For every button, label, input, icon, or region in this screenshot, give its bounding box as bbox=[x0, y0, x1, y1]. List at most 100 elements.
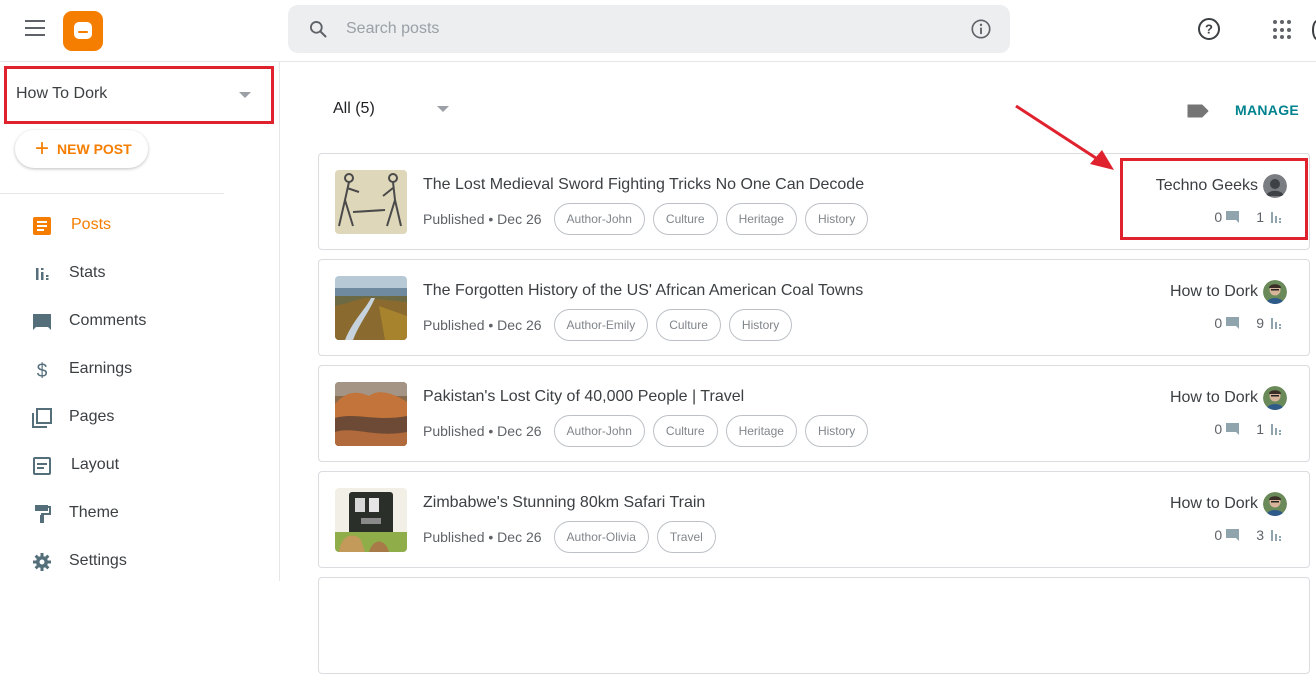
sidebar-item-label: Stats bbox=[69, 264, 106, 281]
sidebar-item-label: Layout bbox=[71, 456, 120, 473]
stats-icon bbox=[1271, 317, 1281, 329]
chevron-down-icon bbox=[436, 106, 449, 112]
sidebar-item-label: Earnings bbox=[69, 360, 133, 377]
post-author: How to Dork bbox=[1170, 280, 1287, 304]
post-filter-dropdown[interactable]: All (5) bbox=[333, 100, 449, 118]
comment-count: 0 bbox=[1214, 421, 1223, 437]
post-row[interactable]: Pakistan's Lost City of 40,000 People | … bbox=[318, 365, 1310, 462]
paint-roller-icon bbox=[35, 505, 51, 523]
sidebar: How To Dork + NEW POST Posts Stats Comme… bbox=[0, 62, 280, 581]
post-tag[interactable]: Author-Emily bbox=[553, 309, 649, 341]
sidebar-item-comments[interactable]: Comments bbox=[0, 298, 279, 346]
post-author: How to Dork bbox=[1170, 386, 1287, 410]
sidebar-item-earnings[interactable]: $ Earnings bbox=[0, 346, 279, 394]
author-name: Techno Geeks bbox=[1155, 177, 1258, 194]
comments-icon bbox=[33, 314, 51, 330]
stats-icon bbox=[1271, 211, 1281, 223]
comment-count: 0 bbox=[1214, 315, 1223, 331]
author-name: How to Dork bbox=[1169, 389, 1258, 406]
post-thumbnail bbox=[335, 488, 407, 552]
post-row[interactable] bbox=[318, 577, 1310, 674]
comment-count: 0 bbox=[1214, 209, 1223, 225]
post-row[interactable]: The Lost Medieval Sword Fighting Tricks … bbox=[318, 153, 1310, 250]
stats-icon bbox=[1271, 529, 1281, 541]
svg-text:?: ? bbox=[1205, 22, 1213, 37]
post-title[interactable]: Pakistan's Lost City of 40,000 People | … bbox=[423, 388, 744, 406]
post-tag[interactable]: Culture bbox=[656, 309, 721, 341]
post-row[interactable]: Zimbabwe's Stunning 80km Safari Train Pu… bbox=[318, 471, 1310, 568]
post-stats: 0 1 bbox=[1214, 209, 1281, 225]
help-icon[interactable]: ? bbox=[1197, 17, 1221, 41]
post-tag[interactable]: Heritage bbox=[725, 415, 797, 447]
post-title[interactable]: The Lost Medieval Sword Fighting Tricks … bbox=[423, 176, 864, 194]
view-count: 9 bbox=[1256, 315, 1264, 331]
stats-icon bbox=[36, 268, 49, 280]
comment-icon bbox=[1226, 211, 1240, 223]
sidebar-nav: Posts Stats Comments $ Earnings Pages La… bbox=[0, 202, 279, 586]
post-tag[interactable]: Culture bbox=[652, 203, 718, 235]
post-meta: Published • Dec 26 Author-Emily Culture … bbox=[423, 309, 800, 341]
post-tag[interactable]: History bbox=[804, 203, 869, 235]
post-tag[interactable]: History bbox=[804, 415, 869, 447]
post-tag[interactable]: Author-Olivia bbox=[553, 521, 649, 553]
post-tag[interactable]: History bbox=[728, 309, 793, 341]
post-author: How to Dork bbox=[1170, 492, 1287, 516]
post-stats: 0 9 bbox=[1214, 315, 1281, 331]
post-row[interactable]: The Forgotten History of the US' African… bbox=[318, 259, 1310, 356]
post-tag[interactable]: Travel bbox=[656, 521, 716, 553]
sidebar-item-label: Settings bbox=[69, 552, 127, 569]
comment-count: 0 bbox=[1214, 527, 1223, 543]
top-bar: ? bbox=[0, 0, 1316, 62]
avatar bbox=[1263, 280, 1287, 304]
dollar-icon: $ bbox=[37, 361, 48, 380]
sidebar-item-layout[interactable]: Layout bbox=[0, 442, 279, 490]
post-title[interactable]: Zimbabwe's Stunning 80km Safari Train bbox=[423, 494, 705, 512]
post-meta: Published • Dec 26 Author-John Culture H… bbox=[423, 415, 876, 447]
filter-label: All (5) bbox=[333, 100, 375, 117]
sidebar-item-pages[interactable]: Pages bbox=[0, 394, 279, 442]
layout-icon bbox=[33, 457, 51, 475]
main-content: All (5) MANAGE The Lost Medieval Sword F… bbox=[280, 62, 1316, 674]
view-count: 3 bbox=[1256, 527, 1264, 543]
sidebar-item-settings[interactable]: Settings bbox=[0, 538, 279, 586]
sidebar-item-label: Pages bbox=[69, 408, 115, 425]
post-status: Published • Dec 26 bbox=[423, 423, 542, 439]
info-icon[interactable] bbox=[970, 18, 992, 40]
avatar bbox=[1263, 386, 1287, 410]
post-stats: 0 1 bbox=[1214, 421, 1281, 437]
divider bbox=[0, 193, 224, 194]
sidebar-item-posts[interactable]: Posts bbox=[0, 202, 279, 250]
chevron-down-icon bbox=[239, 92, 251, 98]
post-thumbnail bbox=[335, 276, 407, 340]
avatar bbox=[1263, 492, 1287, 516]
manage-button[interactable]: MANAGE bbox=[1235, 102, 1299, 118]
post-title[interactable]: The Forgotten History of the US' African… bbox=[423, 282, 863, 300]
post-meta: Published • Dec 26 Author-John Culture H… bbox=[423, 203, 876, 235]
new-post-button[interactable]: + NEW POST bbox=[15, 130, 148, 168]
label-icon[interactable] bbox=[1187, 104, 1209, 118]
post-meta: Published • Dec 26 Author-Olivia Travel bbox=[423, 521, 724, 553]
sidebar-item-theme[interactable]: Theme bbox=[0, 490, 279, 538]
sidebar-item-label: Posts bbox=[71, 216, 112, 233]
blog-name: How To Dork bbox=[16, 85, 108, 102]
new-post-label: NEW POST bbox=[57, 141, 132, 157]
avatar bbox=[1263, 174, 1287, 198]
sidebar-item-stats[interactable]: Stats bbox=[0, 250, 279, 298]
search-bar bbox=[288, 5, 1010, 53]
blogger-logo[interactable] bbox=[63, 11, 103, 51]
hamburger-menu-icon[interactable] bbox=[25, 20, 45, 36]
search-icon[interactable] bbox=[308, 19, 328, 39]
comment-icon bbox=[1226, 529, 1240, 541]
blog-selector-dropdown[interactable]: How To Dork bbox=[4, 66, 274, 124]
post-tag[interactable]: Author-John bbox=[553, 415, 645, 447]
post-tag[interactable]: Heritage bbox=[725, 203, 797, 235]
comment-icon bbox=[1226, 317, 1240, 329]
view-count: 1 bbox=[1256, 209, 1264, 225]
post-tag[interactable]: Culture bbox=[652, 415, 718, 447]
account-avatar[interactable] bbox=[1312, 20, 1316, 40]
pages-icon bbox=[32, 408, 52, 428]
gear-icon bbox=[33, 553, 51, 571]
post-tag[interactable]: Author-John bbox=[553, 203, 645, 235]
apps-grid-icon[interactable] bbox=[1273, 20, 1293, 40]
search-input[interactable] bbox=[346, 15, 946, 43]
